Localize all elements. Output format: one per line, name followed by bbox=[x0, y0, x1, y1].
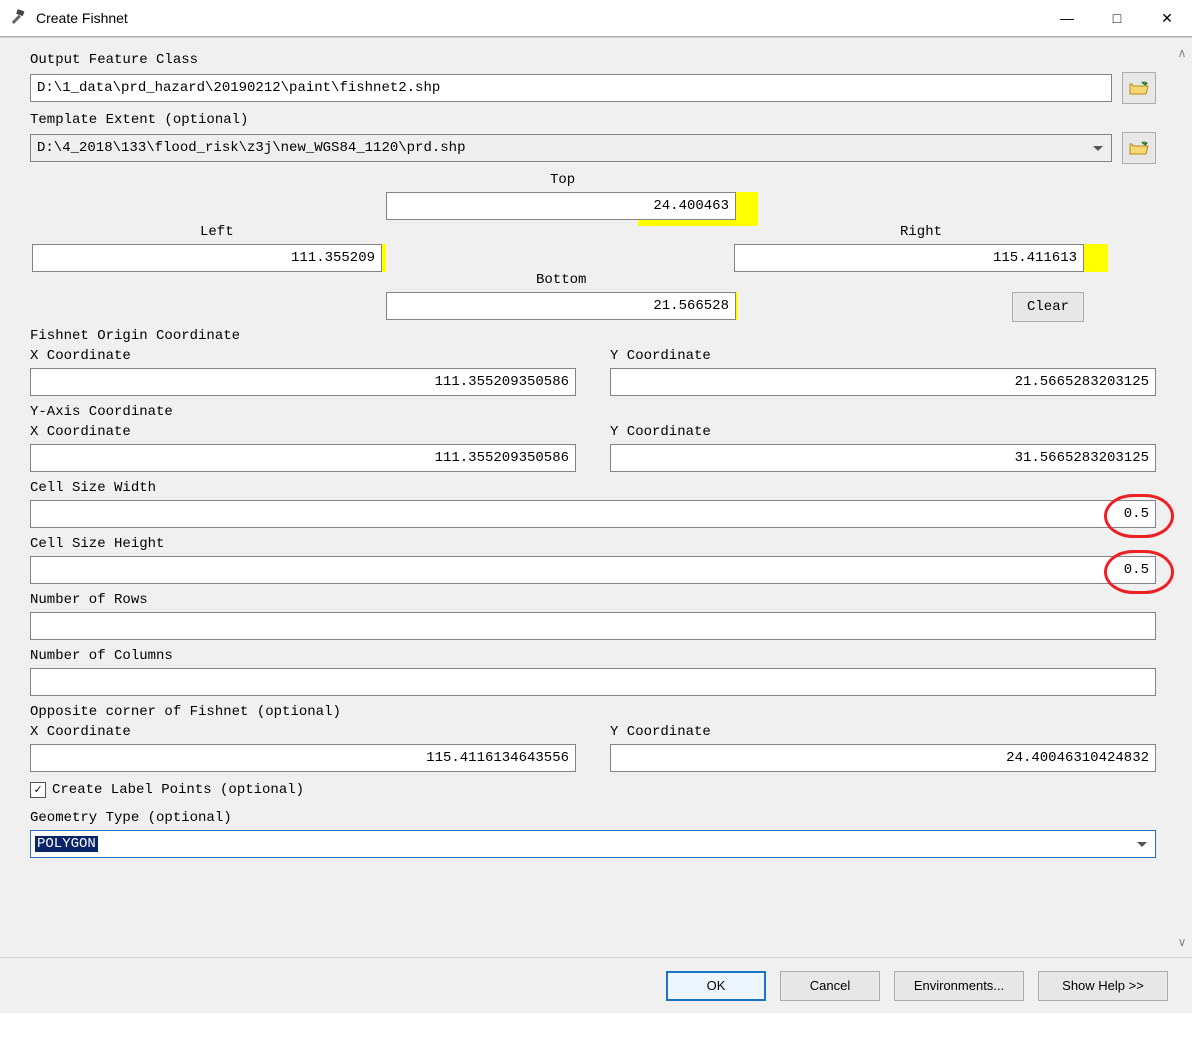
yaxis-y-label: Y Coordinate bbox=[610, 424, 1156, 440]
close-glyph: ✕ bbox=[1161, 10, 1173, 27]
ok-button[interactable]: OK bbox=[666, 971, 766, 1001]
create-label-points-label: Create Label Points (optional) bbox=[52, 782, 304, 798]
environments-button[interactable]: Environments... bbox=[894, 971, 1024, 1001]
extent-right-input[interactable]: 115.411613 bbox=[734, 244, 1084, 272]
yaxis-coordinate-label: Y-Axis Coordinate bbox=[30, 404, 1156, 420]
geometry-type-value: POLYGON bbox=[35, 836, 98, 852]
extent-right-label: Right bbox=[900, 224, 942, 240]
ok-label: OK bbox=[707, 978, 726, 993]
template-extent-dropdown[interactable]: D:\4_2018\133\flood_risk\z3j\new_WGS84_1… bbox=[30, 134, 1112, 162]
cols-label: Number of Columns bbox=[30, 648, 1156, 664]
cols-input[interactable] bbox=[30, 668, 1156, 696]
browse-output-button[interactable] bbox=[1122, 72, 1156, 104]
cancel-label: Cancel bbox=[810, 978, 850, 993]
button-bar: OK Cancel Environments... Show Help >> bbox=[0, 957, 1192, 1013]
origin-y-label: Y Coordinate bbox=[610, 348, 1156, 364]
output-feature-class-label: Output Feature Class bbox=[30, 52, 1156, 68]
template-extent-label: Template Extent (optional) bbox=[30, 112, 1156, 128]
extent-left-label: Left bbox=[200, 224, 234, 240]
scroll-down-icon[interactable]: ∨ bbox=[1178, 935, 1187, 949]
show-help-button[interactable]: Show Help >> bbox=[1038, 971, 1168, 1001]
yaxis-y-input[interactable]: 31.5665283203125 bbox=[610, 444, 1156, 472]
cell-height-label: Cell Size Height bbox=[30, 536, 1156, 552]
extent-top-label: Top bbox=[550, 172, 575, 188]
opposite-x-input[interactable]: 115.4116134643556 bbox=[30, 744, 576, 772]
opposite-x-label: X Coordinate bbox=[30, 724, 576, 740]
browse-template-button[interactable] bbox=[1122, 132, 1156, 164]
output-feature-class-input[interactable]: D:\1_data\prd_hazard\20190212\paint\fish… bbox=[30, 74, 1112, 102]
opposite-y-label: Y Coordinate bbox=[610, 724, 1156, 740]
cell-height-input[interactable]: 0.5 bbox=[30, 556, 1156, 584]
maximize-glyph: □ bbox=[1113, 10, 1121, 26]
geometry-type-label: Geometry Type (optional) bbox=[30, 810, 1156, 826]
minimize-glyph: — bbox=[1060, 10, 1074, 26]
close-button[interactable]: ✕ bbox=[1142, 0, 1192, 36]
opposite-corner-label: Opposite corner of Fishnet (optional) bbox=[30, 704, 1156, 720]
clear-label: Clear bbox=[1027, 299, 1069, 315]
hammer-icon bbox=[8, 8, 28, 28]
scrollbar[interactable]: ∧ ∨ bbox=[1172, 38, 1192, 957]
folder-open-icon bbox=[1129, 79, 1149, 97]
folder-open-icon bbox=[1129, 139, 1149, 157]
geometry-type-dropdown[interactable]: POLYGON bbox=[30, 830, 1156, 858]
yaxis-x-label: X Coordinate bbox=[30, 424, 576, 440]
environments-label: Environments... bbox=[914, 978, 1004, 993]
origin-coordinate-label: Fishnet Origin Coordinate bbox=[30, 328, 1156, 344]
rows-label: Number of Rows bbox=[30, 592, 1156, 608]
extent-bottom-input[interactable]: 21.566528 bbox=[386, 292, 736, 320]
opposite-y-input[interactable]: 24.40046310424832 bbox=[610, 744, 1156, 772]
maximize-button[interactable]: □ bbox=[1092, 0, 1142, 36]
template-extent-value: D:\4_2018\133\flood_risk\z3j\new_WGS84_1… bbox=[37, 140, 465, 156]
content-area: ∧ ∨ Output Feature Class D:\1_data\prd_h… bbox=[0, 37, 1192, 957]
show-help-label: Show Help >> bbox=[1062, 978, 1144, 993]
rows-input[interactable] bbox=[30, 612, 1156, 640]
cell-width-label: Cell Size Width bbox=[30, 480, 1156, 496]
extent-block: Top 24.400463 Left 111.355209 Right 115.… bbox=[30, 172, 1156, 322]
minimize-button[interactable]: — bbox=[1042, 0, 1092, 36]
extent-left-input[interactable]: 111.355209 bbox=[32, 244, 382, 272]
titlebar: Create Fishnet — □ ✕ bbox=[0, 0, 1192, 36]
extent-clear-button[interactable]: Clear bbox=[1012, 292, 1084, 322]
window-title: Create Fishnet bbox=[36, 10, 1042, 26]
create-label-points-checkbox[interactable]: ✓ bbox=[30, 782, 46, 798]
origin-y-input[interactable]: 21.5665283203125 bbox=[610, 368, 1156, 396]
extent-top-input[interactable]: 24.400463 bbox=[386, 192, 736, 220]
cancel-button[interactable]: Cancel bbox=[780, 971, 880, 1001]
extent-bottom-label: Bottom bbox=[536, 272, 586, 288]
scroll-up-icon[interactable]: ∧ bbox=[1178, 46, 1187, 60]
origin-x-label: X Coordinate bbox=[30, 348, 576, 364]
cell-width-input[interactable]: 0.5 bbox=[30, 500, 1156, 528]
yaxis-x-input[interactable]: 111.355209350586 bbox=[30, 444, 576, 472]
origin-x-input[interactable]: 111.355209350586 bbox=[30, 368, 576, 396]
